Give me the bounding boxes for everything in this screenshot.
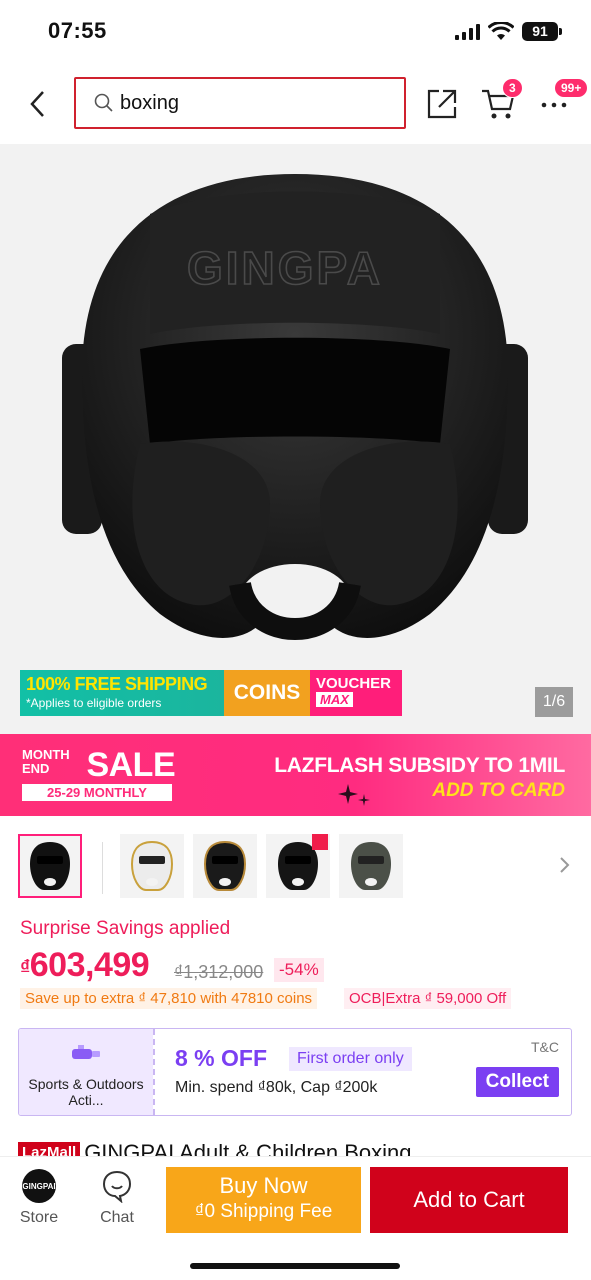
helmet-thumbnail-image: [351, 842, 391, 890]
free-shipping-note: *Applies to eligible orders: [26, 696, 162, 710]
signal-icon: [455, 24, 480, 40]
voucher-max-tag: VOUCHER MAX: [310, 670, 402, 716]
back-button[interactable]: [22, 84, 52, 124]
store-logo-icon: GINGPAI: [22, 1169, 56, 1203]
voucher-conditions: Min. spend ₫80k, Cap ₫200k: [175, 1079, 378, 1096]
voucher-card: Sports & Outdoors Acti... 8 % OFF First …: [18, 1028, 572, 1116]
battery-icon: 91: [522, 22, 562, 41]
brand-text-on-image: GINGPA: [187, 242, 383, 294]
more-button[interactable]: 99+: [534, 78, 589, 124]
chat-icon: [102, 1170, 132, 1203]
cart-count-badge: 3: [502, 78, 523, 98]
status-bar: 07:55 91: [0, 0, 591, 64]
sports-category-icon: [72, 1045, 100, 1059]
thumbnail-black[interactable]: [18, 834, 82, 898]
voucher-max-label: MAX: [316, 692, 353, 707]
coins-savings-pill[interactable]: Save up to extra ₫ 47,810 with 47810 coi…: [20, 988, 318, 1009]
collect-button[interactable]: Collect: [475, 1067, 559, 1097]
free-shipping-label: 100% FREE SHIPPING: [26, 674, 208, 694]
image-counter: 1/6: [535, 687, 573, 717]
current-price: ₫603,499: [20, 946, 150, 985]
hot-badge-icon: [312, 834, 328, 850]
variant-thumbnails: [0, 832, 591, 902]
voucher-divider: [153, 1029, 155, 1115]
thumbnail-black-gold[interactable]: [193, 834, 257, 898]
add-to-cart-button[interactable]: Add to Cart: [370, 1167, 568, 1233]
thumbnail-olive[interactable]: [339, 834, 403, 898]
thumbnail-divider: [102, 842, 103, 894]
buy-now-label: Buy Now: [219, 1173, 308, 1198]
shipping-fee-label: ₫0 Shipping Fee: [194, 1201, 333, 1222]
voucher-label: VOUCHER: [316, 675, 392, 692]
thumbnail-white-gold[interactable]: [120, 834, 184, 898]
voucher-percent: 8 % OFF: [175, 1045, 268, 1071]
helmet-thumbnail-image: [203, 840, 247, 891]
thumbnail-black-red[interactable]: [266, 834, 330, 898]
voucher-category: Sports & Outdoors Acti...: [19, 1029, 153, 1115]
coins-tag: COINS: [224, 670, 310, 716]
discount-badge: -54%: [274, 958, 324, 982]
original-price: ₫1,312,000: [174, 962, 264, 982]
wifi-icon: [488, 22, 514, 40]
more-icon: [541, 102, 567, 108]
top-nav: boxing 3 99+: [0, 64, 591, 144]
store-label: Store: [19, 1209, 59, 1226]
helmet-thumbnail-image: [130, 840, 174, 891]
sale-dates: 25-29 MONTHLY: [22, 784, 172, 801]
chat-label: Chat: [100, 1209, 134, 1226]
voucher-category-label: Sports & Outdoors Acti...: [28, 1076, 144, 1108]
product-image: GINGPA: [62, 174, 528, 640]
home-indicator: [190, 1263, 400, 1269]
notification-badge: 99+: [554, 78, 589, 98]
price-currency: ₫: [20, 957, 30, 979]
cart-button[interactable]: 3: [478, 78, 523, 124]
ocb-offer-pill[interactable]: OCB|Extra ₫ 59,000 Off: [344, 988, 512, 1009]
sale-line-2: ADD TO CARD: [432, 780, 565, 801]
product-image-carousel[interactable]: GINGPA 100% FREE SHIPPING *Applies to el…: [0, 144, 591, 734]
terms-link[interactable]: T&C: [531, 1039, 559, 1055]
buy-now-button[interactable]: Buy Now ₫0 Shipping Fee: [166, 1167, 361, 1233]
chevron-left-icon: [30, 91, 44, 117]
search-value: boxing: [120, 91, 179, 114]
search-icon: [94, 93, 113, 112]
sparkle-icon: [338, 784, 370, 806]
sale-banner[interactable]: MONTH END SALE 25-29 MONTHLY LAZFLASH SU…: [0, 734, 591, 816]
share-icon: [427, 89, 457, 119]
month-end-sale-logo: MONTH END SALE 25-29 MONTHLY: [22, 746, 176, 801]
chevron-right-icon[interactable]: [558, 854, 572, 876]
promo-strip: 100% FREE SHIPPING *Applies to eligible …: [20, 670, 402, 716]
surprise-savings-label: Surprise Savings applied: [20, 918, 231, 939]
store-button[interactable]: GINGPAI Store: [14, 1169, 64, 1227]
helmet-thumbnail-image: [30, 842, 70, 890]
search-input[interactable]: boxing: [74, 77, 406, 129]
first-order-tag: First order only: [289, 1047, 412, 1071]
status-time: 07:55: [48, 18, 107, 43]
free-shipping-tag: 100% FREE SHIPPING *Applies to eligible …: [20, 670, 224, 716]
chat-button[interactable]: Chat: [92, 1169, 142, 1227]
month-end-label: MONTH END: [22, 747, 70, 776]
sale-line-1: LAZFLASH SUBSIDY TO 1MIL: [274, 754, 565, 777]
sale-label: SALE: [86, 746, 176, 784]
bottom-action-bar: GINGPAI Store Chat Buy Now ₫0 Shipping F…: [0, 1156, 591, 1280]
share-button[interactable]: [422, 84, 462, 124]
price-value: 603,499: [29, 946, 150, 984]
sale-message: LAZFLASH SUBSIDY TO 1MIL ADD TO CARD: [274, 754, 565, 802]
